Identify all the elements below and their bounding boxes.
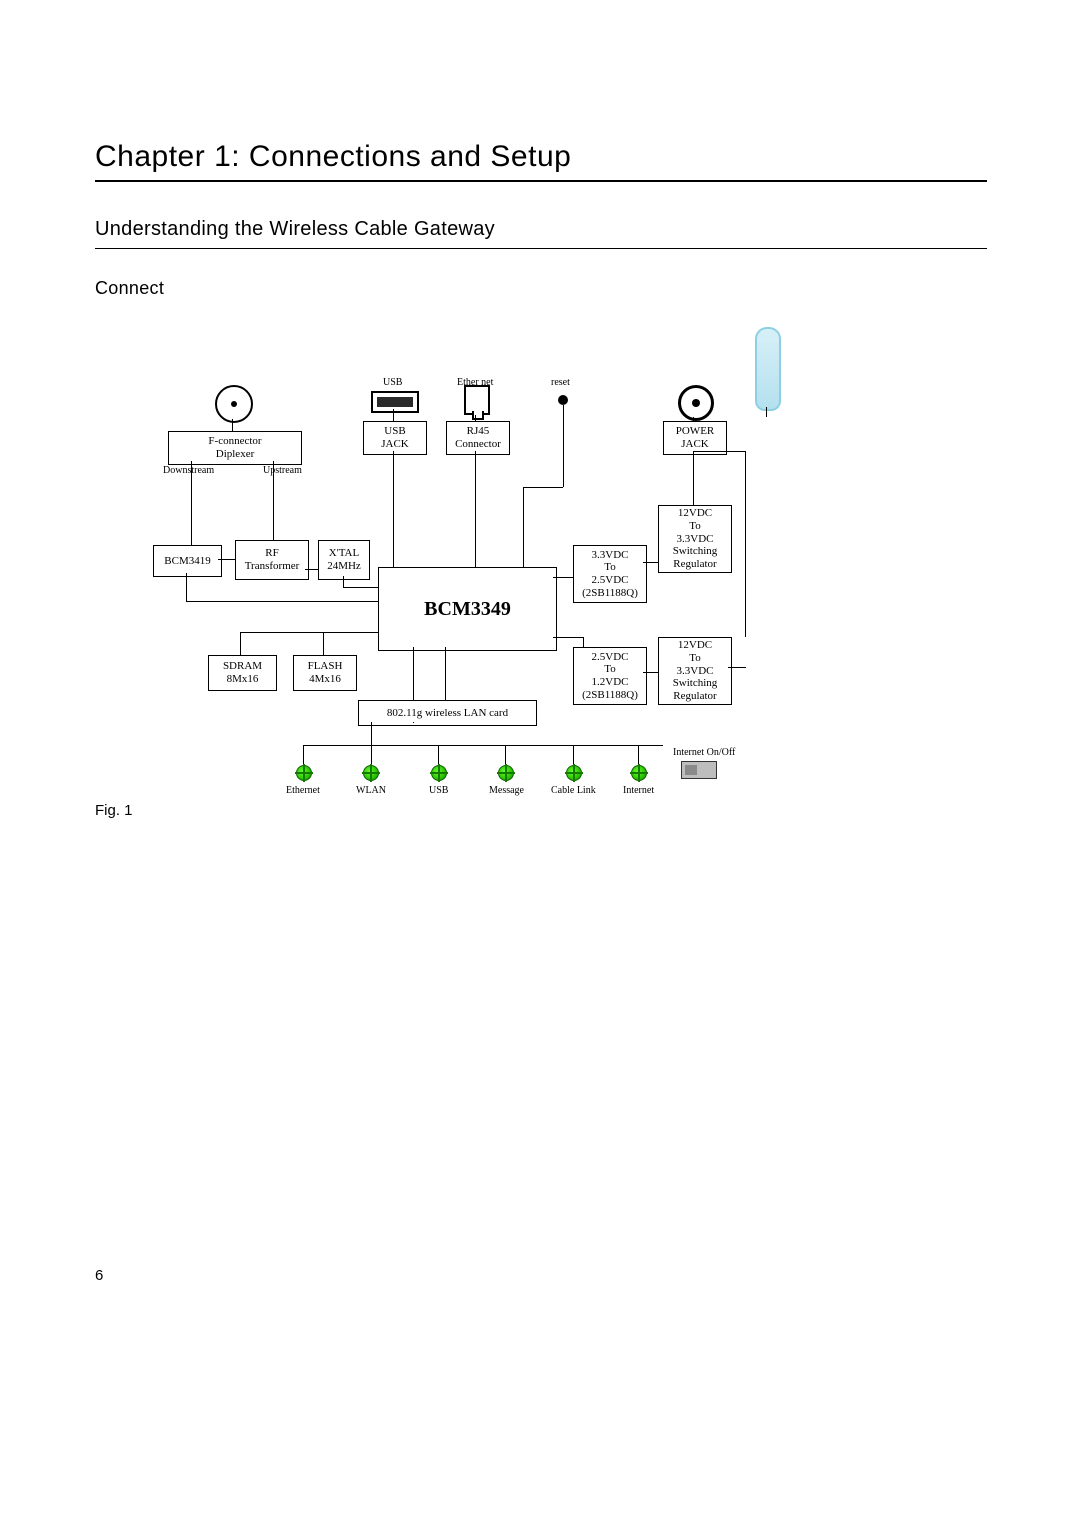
ethernet-port-label: Ether net [457,377,493,388]
f-downstream-label: Downstream [163,465,214,476]
divider-thin [95,248,987,249]
chapter-title: Chapter 1: Connections and Setup [95,140,571,174]
xtal-block: X'TAL 24MHz [318,540,370,580]
led-usb-label: USB [429,785,448,796]
bcm3349-block: BCM3349 [378,567,557,651]
wlan-card-block: 802.11g wireless LAN card [358,700,537,726]
led-internet-label: Internet [623,785,654,796]
f-connector-icon [215,385,253,423]
led-cablelink-icon [566,765,582,781]
switching-reg-a-block: 12VDC To 3.3VDC Switching Regulator [658,505,732,573]
reg-33-25-block: 3.3VDC To 2.5VDC (2SB1188Q) [573,545,647,603]
sdram-block: SDRAM 8Mx16 [208,655,277,691]
flash-block: FLASH 4Mx16 [293,655,357,691]
usb-port-label: USB [383,377,402,388]
rj45-block: RJ45 Connector [446,421,510,455]
reg-25-12-block: 2.5VDC To 1.2VDC (2SB1188Q) [573,647,647,705]
section-title: Understanding the Wireless Cable Gateway [95,218,495,241]
reset-button-icon [558,395,568,405]
internet-onoff-label: Internet On/Off [673,747,735,758]
switching-reg-b-block: 12VDC To 3.3VDC Switching Regulator [658,637,732,705]
led-internet-icon [631,765,647,781]
led-wlan-icon [363,765,379,781]
internet-onoff-switch-icon [681,761,717,779]
f-connector-block: F-connector Diplexer [168,431,302,465]
usb-jack-block: USB JACK [363,421,427,455]
rf-transformer-block: RF Transformer [235,540,309,580]
led-ethernet-label: Ethernet [286,785,320,796]
led-message-icon [498,765,514,781]
led-message-label: Message [489,785,524,796]
figure-caption: Fig. 1 [95,802,133,819]
bcm3419-block: BCM3419 [153,545,222,577]
led-wlan-label: WLAN [356,785,386,796]
led-cablelink-label: Cable Link [551,785,596,796]
power-jack-icon [678,385,714,421]
usb-port-icon [371,391,419,413]
f-upstream-label: Upstream [263,465,302,476]
subsection-title: Connect [95,278,164,299]
power-jack-block: POWER JACK [663,421,727,455]
divider-thick [95,180,987,182]
led-usb-icon [431,765,447,781]
rj45-icon [464,385,490,415]
page-number: 6 [95,1267,103,1284]
led-ethernet-icon [296,765,312,781]
reset-label: reset [551,377,570,388]
block-diagram: USB Ether net reset F-connector Diplexer… [153,327,813,817]
antenna-icon [755,327,781,411]
